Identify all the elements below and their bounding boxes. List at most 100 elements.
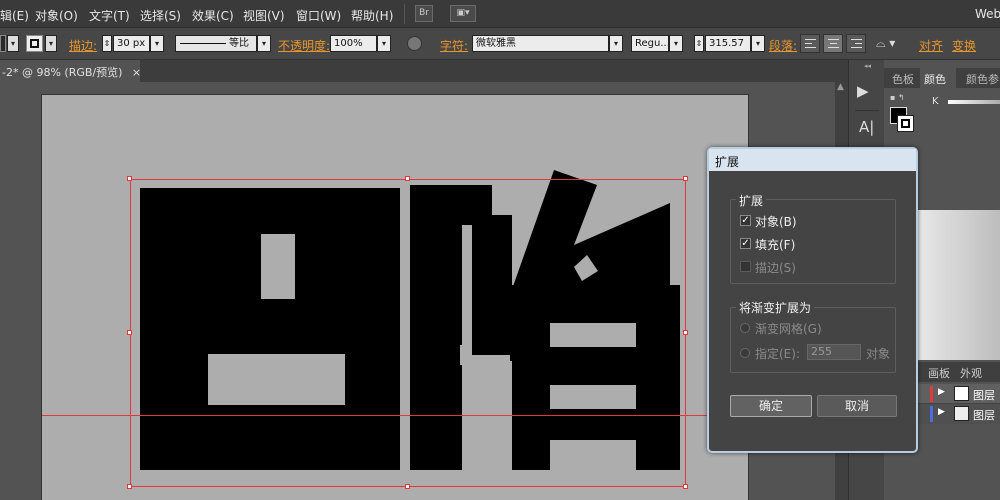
opacity-field[interactable]: 100%: [330, 35, 377, 52]
menu-type[interactable]: 文字(T): [89, 7, 130, 24]
font-family-dropdown[interactable]: ▾: [609, 35, 623, 52]
specify-label: 指定(E):: [755, 347, 800, 361]
menu-view[interactable]: 视图(V): [243, 7, 285, 24]
paragraph-label[interactable]: 段落:: [769, 37, 797, 54]
font-style-field[interactable]: Regu...: [631, 35, 669, 52]
object-checkbox[interactable]: ✓: [740, 215, 751, 226]
tab-color-guide[interactable]: 颜色参: [966, 71, 999, 87]
font-size-stepper[interactable]: ⇕: [694, 35, 704, 52]
resize-handle[interactable]: [683, 330, 688, 335]
specify-objects-field: 255: [807, 344, 861, 360]
k-channel-label: K: [932, 96, 939, 107]
scroll-up-icon[interactable]: ▲: [837, 82, 844, 92]
tab-appearance[interactable]: 外观: [960, 365, 982, 381]
fill-checkbox-label[interactable]: 填充(F): [755, 236, 795, 253]
gradient-mesh-label: 渐变网格(G): [755, 322, 822, 336]
artboard[interactable]: [42, 95, 748, 500]
stroke-dropdown[interactable]: ▾: [45, 35, 57, 52]
document-tab[interactable]: -2* @ 98% (RGB/预览) ×: [0, 60, 141, 82]
stroke-stepper[interactable]: ⇕: [102, 35, 112, 52]
gradient-mesh-radio: [740, 323, 750, 333]
baseline-guide: [42, 415, 748, 416]
align-label[interactable]: 对齐: [919, 37, 943, 54]
align-right-button[interactable]: [846, 34, 866, 53]
resize-handle[interactable]: [127, 330, 132, 335]
lower-panel-tabs: 画板 外观: [918, 362, 1000, 382]
menu-divider: [404, 4, 405, 24]
specify-radio: [740, 348, 750, 358]
tab-color[interactable]: 颜色: [920, 68, 956, 88]
workspace-label[interactable]: Web: [975, 7, 1000, 21]
stroke-swatch[interactable]: [26, 35, 43, 52]
control-bar: ▾ ▾ 描边: ⇕ 30 px ▾ 等比 ▾ 不透明度: 100% ▾ 字符: …: [0, 28, 1000, 60]
envelope-warp-icon[interactable]: ⌓ ▾: [876, 36, 895, 51]
opacity-dropdown[interactable]: ▾: [377, 35, 391, 52]
menu-help[interactable]: 帮助(H): [351, 7, 393, 24]
transform-label[interactable]: 变换: [952, 37, 976, 54]
fill-swatch[interactable]: [0, 35, 6, 52]
resize-handle[interactable]: [405, 484, 410, 489]
ok-button[interactable]: 确定: [730, 395, 812, 417]
menu-effect[interactable]: 效果(C): [192, 7, 234, 24]
default-colors-icon[interactable]: ▪ ↰: [890, 93, 905, 102]
layer-row[interactable]: ▶ 图层: [918, 384, 1000, 404]
layer-name[interactable]: 图层: [973, 407, 995, 423]
expand-arrow-icon[interactable]: ▶: [938, 387, 945, 397]
cancel-button[interactable]: 取消: [817, 395, 897, 417]
close-tab-icon[interactable]: ×: [132, 66, 141, 79]
stroke-weight-field[interactable]: 30 px: [113, 35, 150, 52]
fill-checkbox[interactable]: ✓: [740, 238, 751, 249]
menu-object[interactable]: 对象(O): [35, 7, 78, 24]
stroke-profile-field[interactable]: 等比: [175, 35, 257, 52]
menu-window[interactable]: 窗口(W): [296, 7, 341, 24]
layer-row[interactable]: ▶ 图层: [918, 404, 1000, 424]
align-left-button[interactable]: [800, 34, 820, 53]
recolor-icon[interactable]: [407, 36, 422, 51]
expand-arrow-icon[interactable]: ▶: [938, 407, 945, 417]
stroke-weight-dropdown[interactable]: ▾: [150, 35, 164, 52]
gradient-group: [730, 307, 896, 373]
character-panel-icon[interactable]: A|: [859, 118, 874, 136]
resize-handle[interactable]: [683, 176, 688, 181]
dialog-title: 扩展: [709, 149, 916, 171]
character-label[interactable]: 字符:: [440, 37, 468, 54]
resize-handle[interactable]: [127, 176, 132, 181]
resize-handle[interactable]: [405, 176, 410, 181]
align-center-button[interactable]: [823, 34, 843, 53]
divider: [855, 110, 879, 111]
stroke-label[interactable]: 描边:: [69, 37, 97, 54]
resize-handle[interactable]: [127, 484, 132, 489]
play-action-icon[interactable]: ▶: [857, 82, 879, 102]
selection-bounding-box[interactable]: [130, 179, 686, 487]
collapse-icon[interactable]: ◂◂: [864, 62, 871, 70]
object-checkbox-label[interactable]: 对象(B): [755, 213, 797, 230]
opacity-label[interactable]: 不透明度:: [278, 37, 330, 54]
menu-edit[interactable]: 辑(E): [0, 7, 29, 24]
layer-thumbnail: [954, 386, 969, 401]
color-spectrum[interactable]: [918, 210, 1000, 360]
tab-swatches[interactable]: 色板: [892, 71, 914, 87]
specify-suffix: 对象: [866, 347, 891, 361]
layer-thumbnail: [954, 406, 969, 421]
stroke-checkbox: [740, 261, 751, 272]
panel-tabs: 色板 颜色 颜色参: [884, 68, 1000, 88]
font-size-field[interactable]: 315.57: [705, 35, 751, 52]
k-slider[interactable]: [948, 100, 1000, 104]
font-style-dropdown[interactable]: ▾: [669, 35, 683, 52]
fill-dropdown[interactable]: ▾: [7, 35, 19, 52]
expand-group-title: 扩展: [736, 192, 767, 209]
stroke-profile-dropdown[interactable]: ▾: [257, 35, 271, 52]
stroke-color-box[interactable]: [897, 115, 914, 132]
layer-name[interactable]: 图层: [973, 387, 995, 403]
gradient-group-title: 将渐变扩展为: [736, 299, 815, 316]
tab-artboards[interactable]: 画板: [928, 365, 950, 381]
arrange-documents-button[interactable]: ▣▾: [450, 5, 476, 22]
document-tab-title: -2* @ 98% (RGB/预览): [2, 66, 123, 79]
bridge-button[interactable]: Br: [415, 5, 433, 22]
font-family-field[interactable]: 微软雅黑: [472, 35, 609, 52]
stroke-checkbox-label: 描边(S): [755, 261, 796, 275]
menu-select[interactable]: 选择(S): [140, 7, 181, 24]
resize-handle[interactable]: [683, 484, 688, 489]
menu-bar: 辑(E) 对象(O) 文字(T) 选择(S) 效果(C) 视图(V) 窗口(W)…: [0, 0, 1000, 28]
font-size-dropdown[interactable]: ▾: [751, 35, 765, 52]
